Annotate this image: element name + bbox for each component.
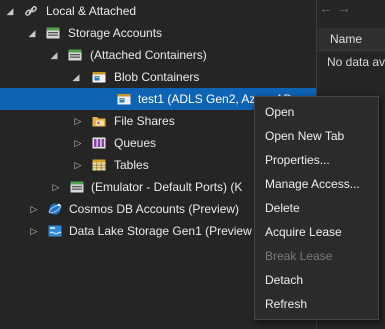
menu-item-open[interactable]: Open	[265, 101, 294, 123]
collapsed-chevron-icon[interactable]: ▷	[50, 176, 62, 198]
tree-item-label: (Attached Containers)	[90, 48, 207, 62]
tree-item-label: Data Lake Storage Gen1 (Preview	[69, 224, 252, 238]
storage-account-icon	[70, 180, 84, 194]
menu-item-detach[interactable]: Detach	[265, 269, 303, 291]
menu-item-acquire-lease[interactable]: Acquire Lease	[265, 221, 342, 243]
menu-item-open-new-tab[interactable]: Open New Tab	[265, 125, 344, 147]
context-menu: Open Open New Tab Properties... Manage A…	[254, 96, 379, 320]
menu-item-delete[interactable]: Delete	[265, 197, 300, 219]
menu-item-break-lease: Break Lease	[265, 249, 333, 263]
tree-item-label: File Shares	[114, 114, 175, 128]
tree-item-local-attached[interactable]: ◢ Local & Attached	[0, 0, 316, 22]
cosmos-db-icon	[48, 202, 62, 216]
tree-item-storage-accounts[interactable]: ◢ Storage Accounts	[0, 22, 316, 44]
file-share-icon	[92, 114, 106, 128]
tree-item-attached-containers[interactable]: ◢ (Attached Containers)	[0, 44, 316, 66]
storage-account-icon	[68, 48, 82, 62]
tree-item-label: Storage Accounts	[68, 26, 163, 40]
column-header-name[interactable]: Name	[317, 28, 385, 51]
collapsed-chevron-icon[interactable]: ▷	[72, 154, 84, 176]
tree-item-label: Tables	[114, 158, 149, 172]
menu-item-refresh[interactable]: Refresh	[265, 293, 307, 315]
storage-account-icon	[46, 26, 60, 40]
column-header-label: Name	[330, 32, 363, 46]
expanded-chevron-icon[interactable]: ◢	[4, 0, 16, 22]
expanded-chevron-icon[interactable]: ◢	[26, 22, 38, 44]
blob-container-icon	[117, 92, 131, 106]
tree-item-label: Local & Attached	[46, 4, 137, 18]
link-icon	[24, 4, 38, 18]
back-forward-icon[interactable]: ← →	[319, 0, 351, 16]
tree-item-label: Cosmos DB Accounts (Preview)	[69, 202, 240, 216]
table-icon	[92, 158, 106, 172]
collapsed-chevron-icon[interactable]: ▷	[72, 110, 84, 132]
expanded-chevron-icon[interactable]: ◢	[48, 44, 60, 66]
tree-item-label: (Emulator - Default Ports) (K	[91, 180, 243, 194]
data-lake-icon	[48, 224, 62, 238]
blob-container-icon	[92, 70, 106, 84]
empty-state-text: No data av	[327, 55, 385, 69]
collapsed-chevron-icon[interactable]: ▷	[28, 220, 40, 242]
collapsed-chevron-icon[interactable]: ▷	[72, 132, 84, 154]
tree-item-label: Queues	[114, 136, 157, 150]
menu-item-properties[interactable]: Properties...	[265, 149, 330, 171]
tree-item-label: Blob Containers	[114, 70, 200, 84]
collapsed-chevron-icon[interactable]: ▷	[28, 198, 40, 220]
expanded-chevron-icon[interactable]: ◢	[70, 66, 82, 88]
queue-icon	[92, 136, 106, 150]
tree-item-blob-containers[interactable]: ◢ Blob Containers	[0, 66, 316, 88]
menu-item-manage-access[interactable]: Manage Access...	[265, 173, 360, 195]
